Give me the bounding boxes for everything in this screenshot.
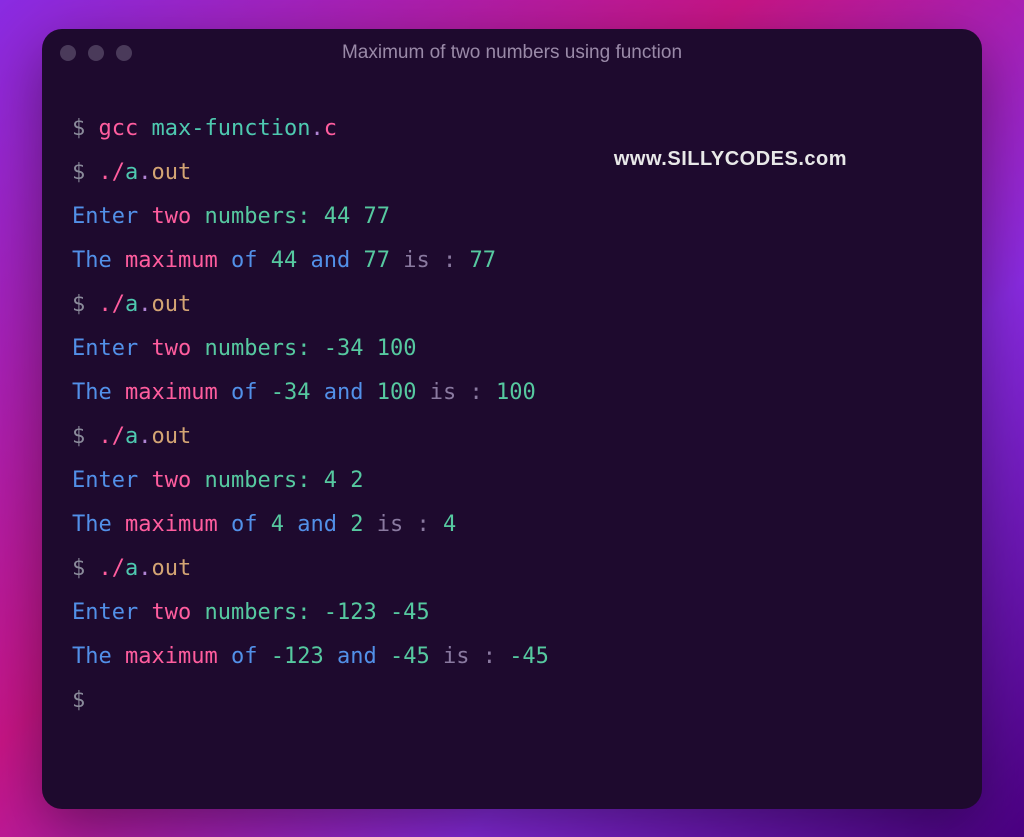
result-line: The maximum of -123 and -45 is : -45 xyxy=(72,635,952,679)
maximum-label: maximum xyxy=(125,512,218,537)
maximum-label: maximum xyxy=(125,248,218,273)
result-max: 100 xyxy=(496,380,536,405)
dot: . xyxy=(138,160,151,185)
run-line: $ ./a.out xyxy=(72,415,952,459)
numbers-label: numbers: xyxy=(204,468,310,493)
input-line: Enter two numbers: -123 -45 xyxy=(72,591,952,635)
prompt-symbol: $ xyxy=(72,116,85,141)
minimize-icon[interactable] xyxy=(88,45,104,61)
run-dotslash: ./ xyxy=(99,292,126,317)
input-a: -34 xyxy=(324,336,364,361)
window-title: Maximum of two numbers using function xyxy=(342,42,682,64)
run-dotslash: ./ xyxy=(99,160,126,185)
traffic-lights xyxy=(60,45,132,61)
and-label: and xyxy=(324,380,364,405)
run-exe-base: a xyxy=(125,424,138,449)
the-label: The xyxy=(72,248,112,273)
numbers-label: numbers: xyxy=(204,600,310,625)
enter-label: Enter xyxy=(72,336,138,361)
numbers-label: numbers: xyxy=(204,336,310,361)
is-label: is : xyxy=(430,380,483,405)
input-a: 44 xyxy=(324,204,351,229)
dot: . xyxy=(138,424,151,449)
numbers-label: numbers: xyxy=(204,204,310,229)
compile-cmd: gcc xyxy=(99,116,139,141)
run-exe-ext: out xyxy=(152,292,192,317)
prompt-symbol: $ xyxy=(72,424,85,449)
result-b: 100 xyxy=(377,380,417,405)
input-b: -45 xyxy=(390,600,430,625)
input-line: Enter two numbers: 4 2 xyxy=(72,459,952,503)
input-b: 77 xyxy=(363,204,390,229)
two-label: two xyxy=(151,204,191,229)
two-label: two xyxy=(151,600,191,625)
result-a: 44 xyxy=(271,248,298,273)
run-exe-base: a xyxy=(125,292,138,317)
run-exe-base: a xyxy=(125,556,138,581)
run-exe-ext: out xyxy=(152,424,192,449)
terminal-window: Maximum of two numbers using function ww… xyxy=(42,29,982,809)
of-label: of xyxy=(231,512,258,537)
run-line: $ ./a.out xyxy=(72,283,952,327)
input-line: Enter two numbers: 44 77 xyxy=(72,195,952,239)
the-label: The xyxy=(72,644,112,669)
watermark: www.SILLYCODES.com xyxy=(614,139,847,179)
enter-label: Enter xyxy=(72,204,138,229)
result-max: 77 xyxy=(469,248,496,273)
input-a: 4 xyxy=(324,468,337,493)
result-max: 4 xyxy=(443,512,456,537)
and-label: and xyxy=(337,644,377,669)
two-label: two xyxy=(151,468,191,493)
input-b: 100 xyxy=(377,336,417,361)
run-line: $ ./a.out xyxy=(72,547,952,591)
input-a: -123 xyxy=(324,600,377,625)
result-b: 77 xyxy=(363,248,390,273)
is-label: is : xyxy=(377,512,430,537)
the-label: The xyxy=(72,512,112,537)
result-line: The maximum of 4 and 2 is : 4 xyxy=(72,503,952,547)
result-line: The maximum of 44 and 77 is : 77 xyxy=(72,239,952,283)
compile-file-base: max-function xyxy=(152,116,311,141)
dot: . xyxy=(138,556,151,581)
maximum-label: maximum xyxy=(125,380,218,405)
result-a: 4 xyxy=(271,512,284,537)
input-line: Enter two numbers: -34 100 xyxy=(72,327,952,371)
is-label: is : xyxy=(443,644,496,669)
result-max: -45 xyxy=(509,644,549,669)
is-label: is : xyxy=(403,248,456,273)
terminal-body[interactable]: www.SILLYCODES.com $ gcc max-function.c … xyxy=(42,77,982,753)
maximum-label: maximum xyxy=(125,644,218,669)
prompt-symbol: $ xyxy=(72,688,85,713)
compile-file-ext: c xyxy=(324,116,337,141)
result-b: -45 xyxy=(390,644,430,669)
run-dotslash: ./ xyxy=(99,556,126,581)
result-b: 2 xyxy=(350,512,363,537)
title-bar: Maximum of two numbers using function xyxy=(42,29,982,77)
result-a: -123 xyxy=(271,644,324,669)
run-exe-ext: out xyxy=(152,556,192,581)
maximize-icon[interactable] xyxy=(116,45,132,61)
enter-label: Enter xyxy=(72,600,138,625)
dot: . xyxy=(138,292,151,317)
prompt-symbol: $ xyxy=(72,160,85,185)
run-exe-base: a xyxy=(125,160,138,185)
prompt-line: $ xyxy=(72,679,952,723)
the-label: The xyxy=(72,380,112,405)
of-label: of xyxy=(231,380,258,405)
two-label: two xyxy=(151,336,191,361)
of-label: of xyxy=(231,248,258,273)
close-icon[interactable] xyxy=(60,45,76,61)
dot: . xyxy=(310,116,323,141)
input-b: 2 xyxy=(350,468,363,493)
and-label: and xyxy=(310,248,350,273)
prompt-symbol: $ xyxy=(72,292,85,317)
result-a: -34 xyxy=(271,380,311,405)
of-label: of xyxy=(231,644,258,669)
run-dotslash: ./ xyxy=(99,424,126,449)
result-line: The maximum of -34 and 100 is : 100 xyxy=(72,371,952,415)
run-exe-ext: out xyxy=(152,160,192,185)
prompt-symbol: $ xyxy=(72,556,85,581)
and-label: and xyxy=(297,512,337,537)
enter-label: Enter xyxy=(72,468,138,493)
